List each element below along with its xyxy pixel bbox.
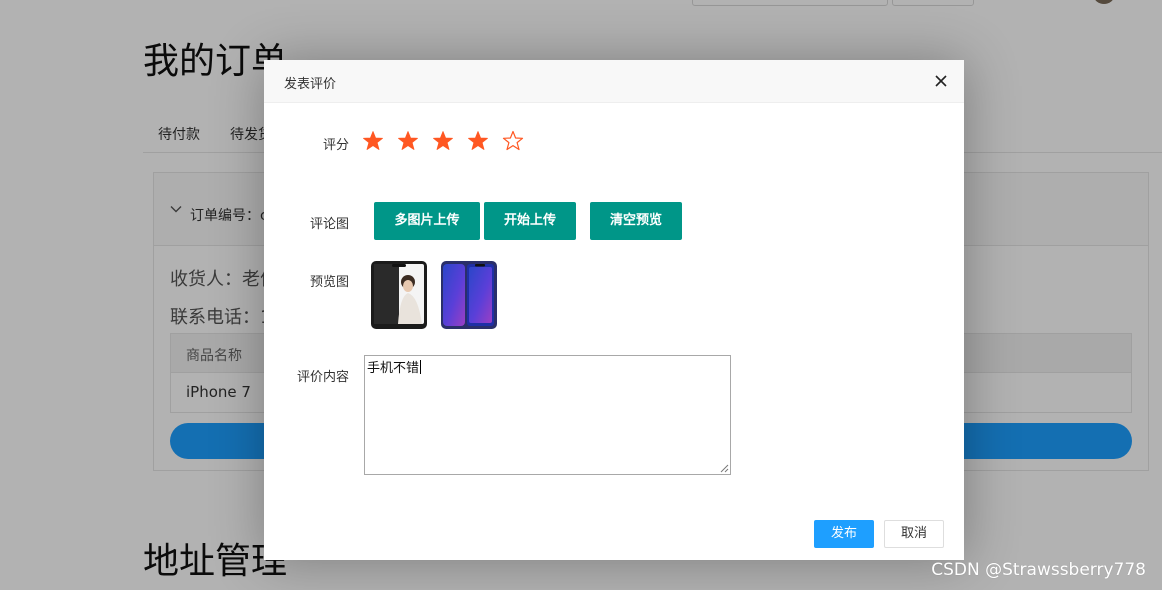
star-empty-icon[interactable]	[502, 130, 524, 152]
resize-handle-icon[interactable]	[720, 464, 729, 473]
star-filled-icon[interactable]	[432, 130, 454, 152]
review-content-textarea[interactable]: 手机不错	[364, 355, 731, 475]
publish-button[interactable]: 发布	[814, 520, 874, 548]
rating-label: 评分	[322, 138, 349, 153]
review-dialog: 发表评价 评分 评论图 多图片上传 开始上传 清空预览 预览图 评价内容 手机不…	[264, 60, 964, 560]
star-filled-icon[interactable]	[362, 130, 384, 152]
multi-image-upload-button[interactable]: 多图片上传	[374, 202, 480, 240]
cancel-button[interactable]: 取消	[884, 520, 944, 548]
dialog-header: 发表评价	[264, 60, 964, 103]
dialog-title: 发表评价	[284, 77, 337, 92]
csdn-watermark: CSDN @Strawssberry778	[931, 560, 1146, 580]
review-content-value: 手机不错	[367, 361, 420, 376]
phone-purple-thumbnail	[441, 261, 497, 329]
clear-preview-button[interactable]: 清空预览	[590, 202, 682, 240]
review-images-label: 评论图	[309, 217, 349, 232]
preview-label: 预览图	[309, 275, 349, 290]
review-content-label: 评价内容	[296, 370, 349, 385]
text-caret	[420, 360, 422, 374]
close-icon[interactable]	[934, 74, 948, 88]
star-filled-icon[interactable]	[397, 130, 419, 152]
phone-black-thumbnail	[371, 261, 427, 329]
star-filled-icon[interactable]	[467, 130, 489, 152]
start-upload-button[interactable]: 开始上传	[484, 202, 576, 240]
